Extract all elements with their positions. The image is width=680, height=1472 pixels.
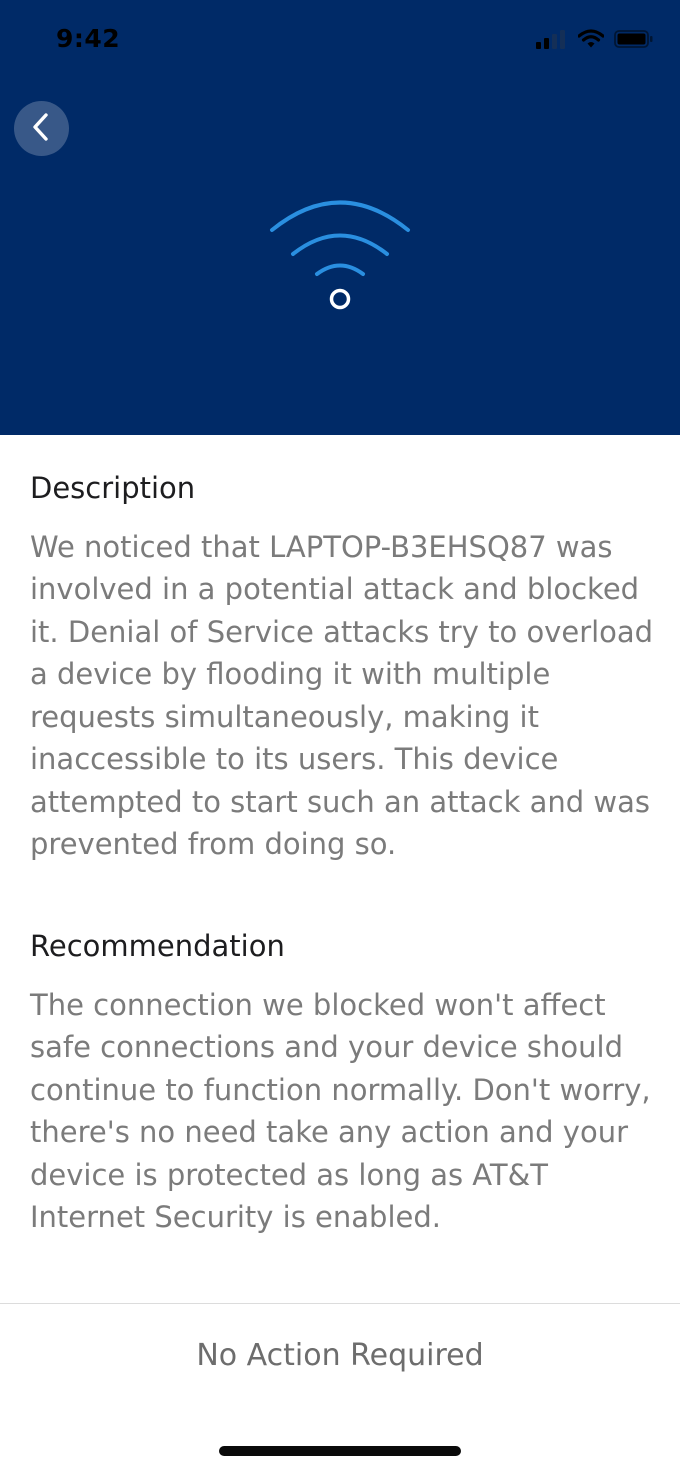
wifi-icon bbox=[260, 190, 420, 320]
back-button[interactable] bbox=[14, 101, 69, 156]
status-icons bbox=[536, 28, 654, 54]
wifi-icon bbox=[577, 29, 605, 53]
home-indicator[interactable] bbox=[219, 1446, 461, 1456]
recommendation-section: Recommendation The connection we blocked… bbox=[30, 928, 655, 1239]
status-time: 9:42 bbox=[56, 24, 121, 53]
recommendation-body: The connection we blocked won't affect s… bbox=[30, 987, 651, 1235]
chevron-left-icon bbox=[29, 112, 55, 146]
battery-icon bbox=[614, 29, 654, 53]
footer-divider bbox=[0, 1303, 680, 1304]
description-section: Description We noticed that LAPTOP-B3EHS… bbox=[30, 470, 655, 866]
cellular-signal-icon bbox=[536, 29, 568, 53]
header-banner: 9:42 bbox=[0, 0, 680, 435]
description-title: Description bbox=[30, 471, 196, 505]
recommendation-title: Recommendation bbox=[30, 929, 285, 963]
no-action-required-button[interactable]: No Action Required bbox=[0, 1330, 680, 1382]
description-body: We noticed that LAPTOP-B3EHSQ87 was invo… bbox=[30, 529, 654, 862]
